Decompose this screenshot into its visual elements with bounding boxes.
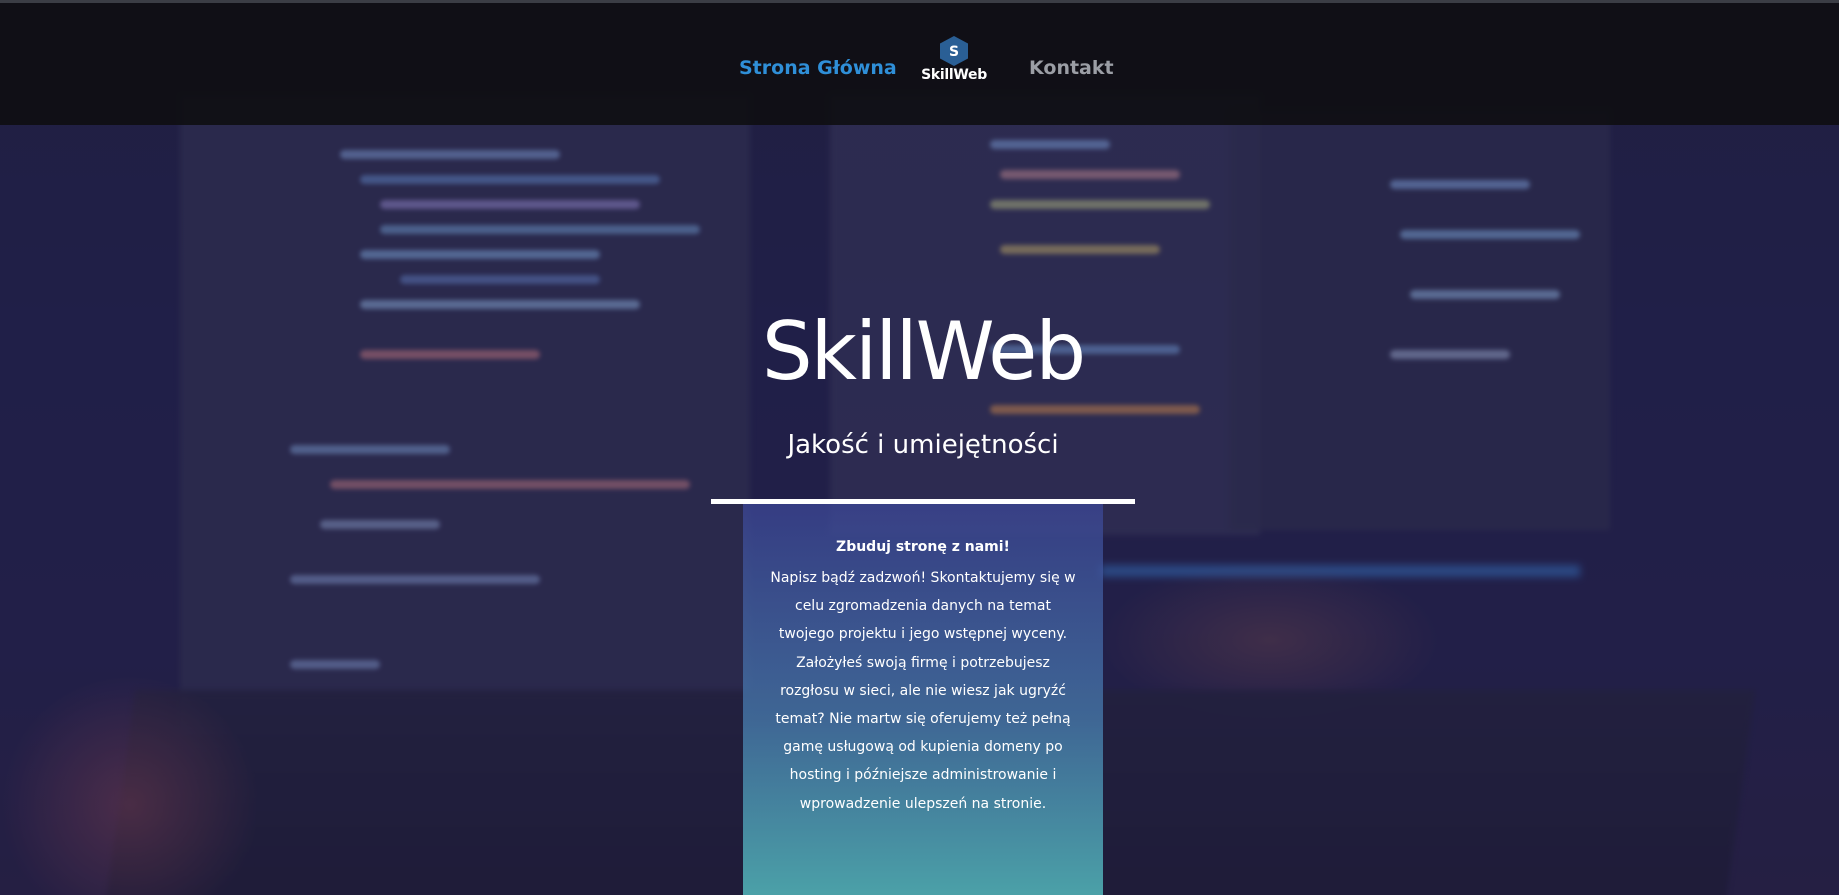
hero-title: SkillWeb <box>761 305 1086 398</box>
info-card-body: Napisz bądź zadzwoń! Skontaktujemy się w… <box>770 570 1076 812</box>
logo-letter: S <box>949 44 959 60</box>
nav-link-contact[interactable]: Kontakt <box>1029 57 1114 79</box>
info-card-heading: Zbuduj stronę z nami! <box>836 539 1010 555</box>
nav-link-home[interactable]: Strona Główna <box>739 57 897 79</box>
page: Strona Główna S SkillWeb Kontakt SkillWe… <box>0 0 1839 895</box>
logo-text: SkillWeb <box>921 67 987 83</box>
logo[interactable]: S SkillWeb <box>918 36 990 83</box>
hero-subtitle: Jakość i umiejętności <box>787 430 1059 460</box>
hexagon-logo-icon: S <box>940 36 968 66</box>
info-card: Zbuduj stronę z nami! Napisz bądź zadzwo… <box>743 504 1103 895</box>
navbar: Strona Główna S SkillWeb Kontakt <box>0 3 1839 125</box>
